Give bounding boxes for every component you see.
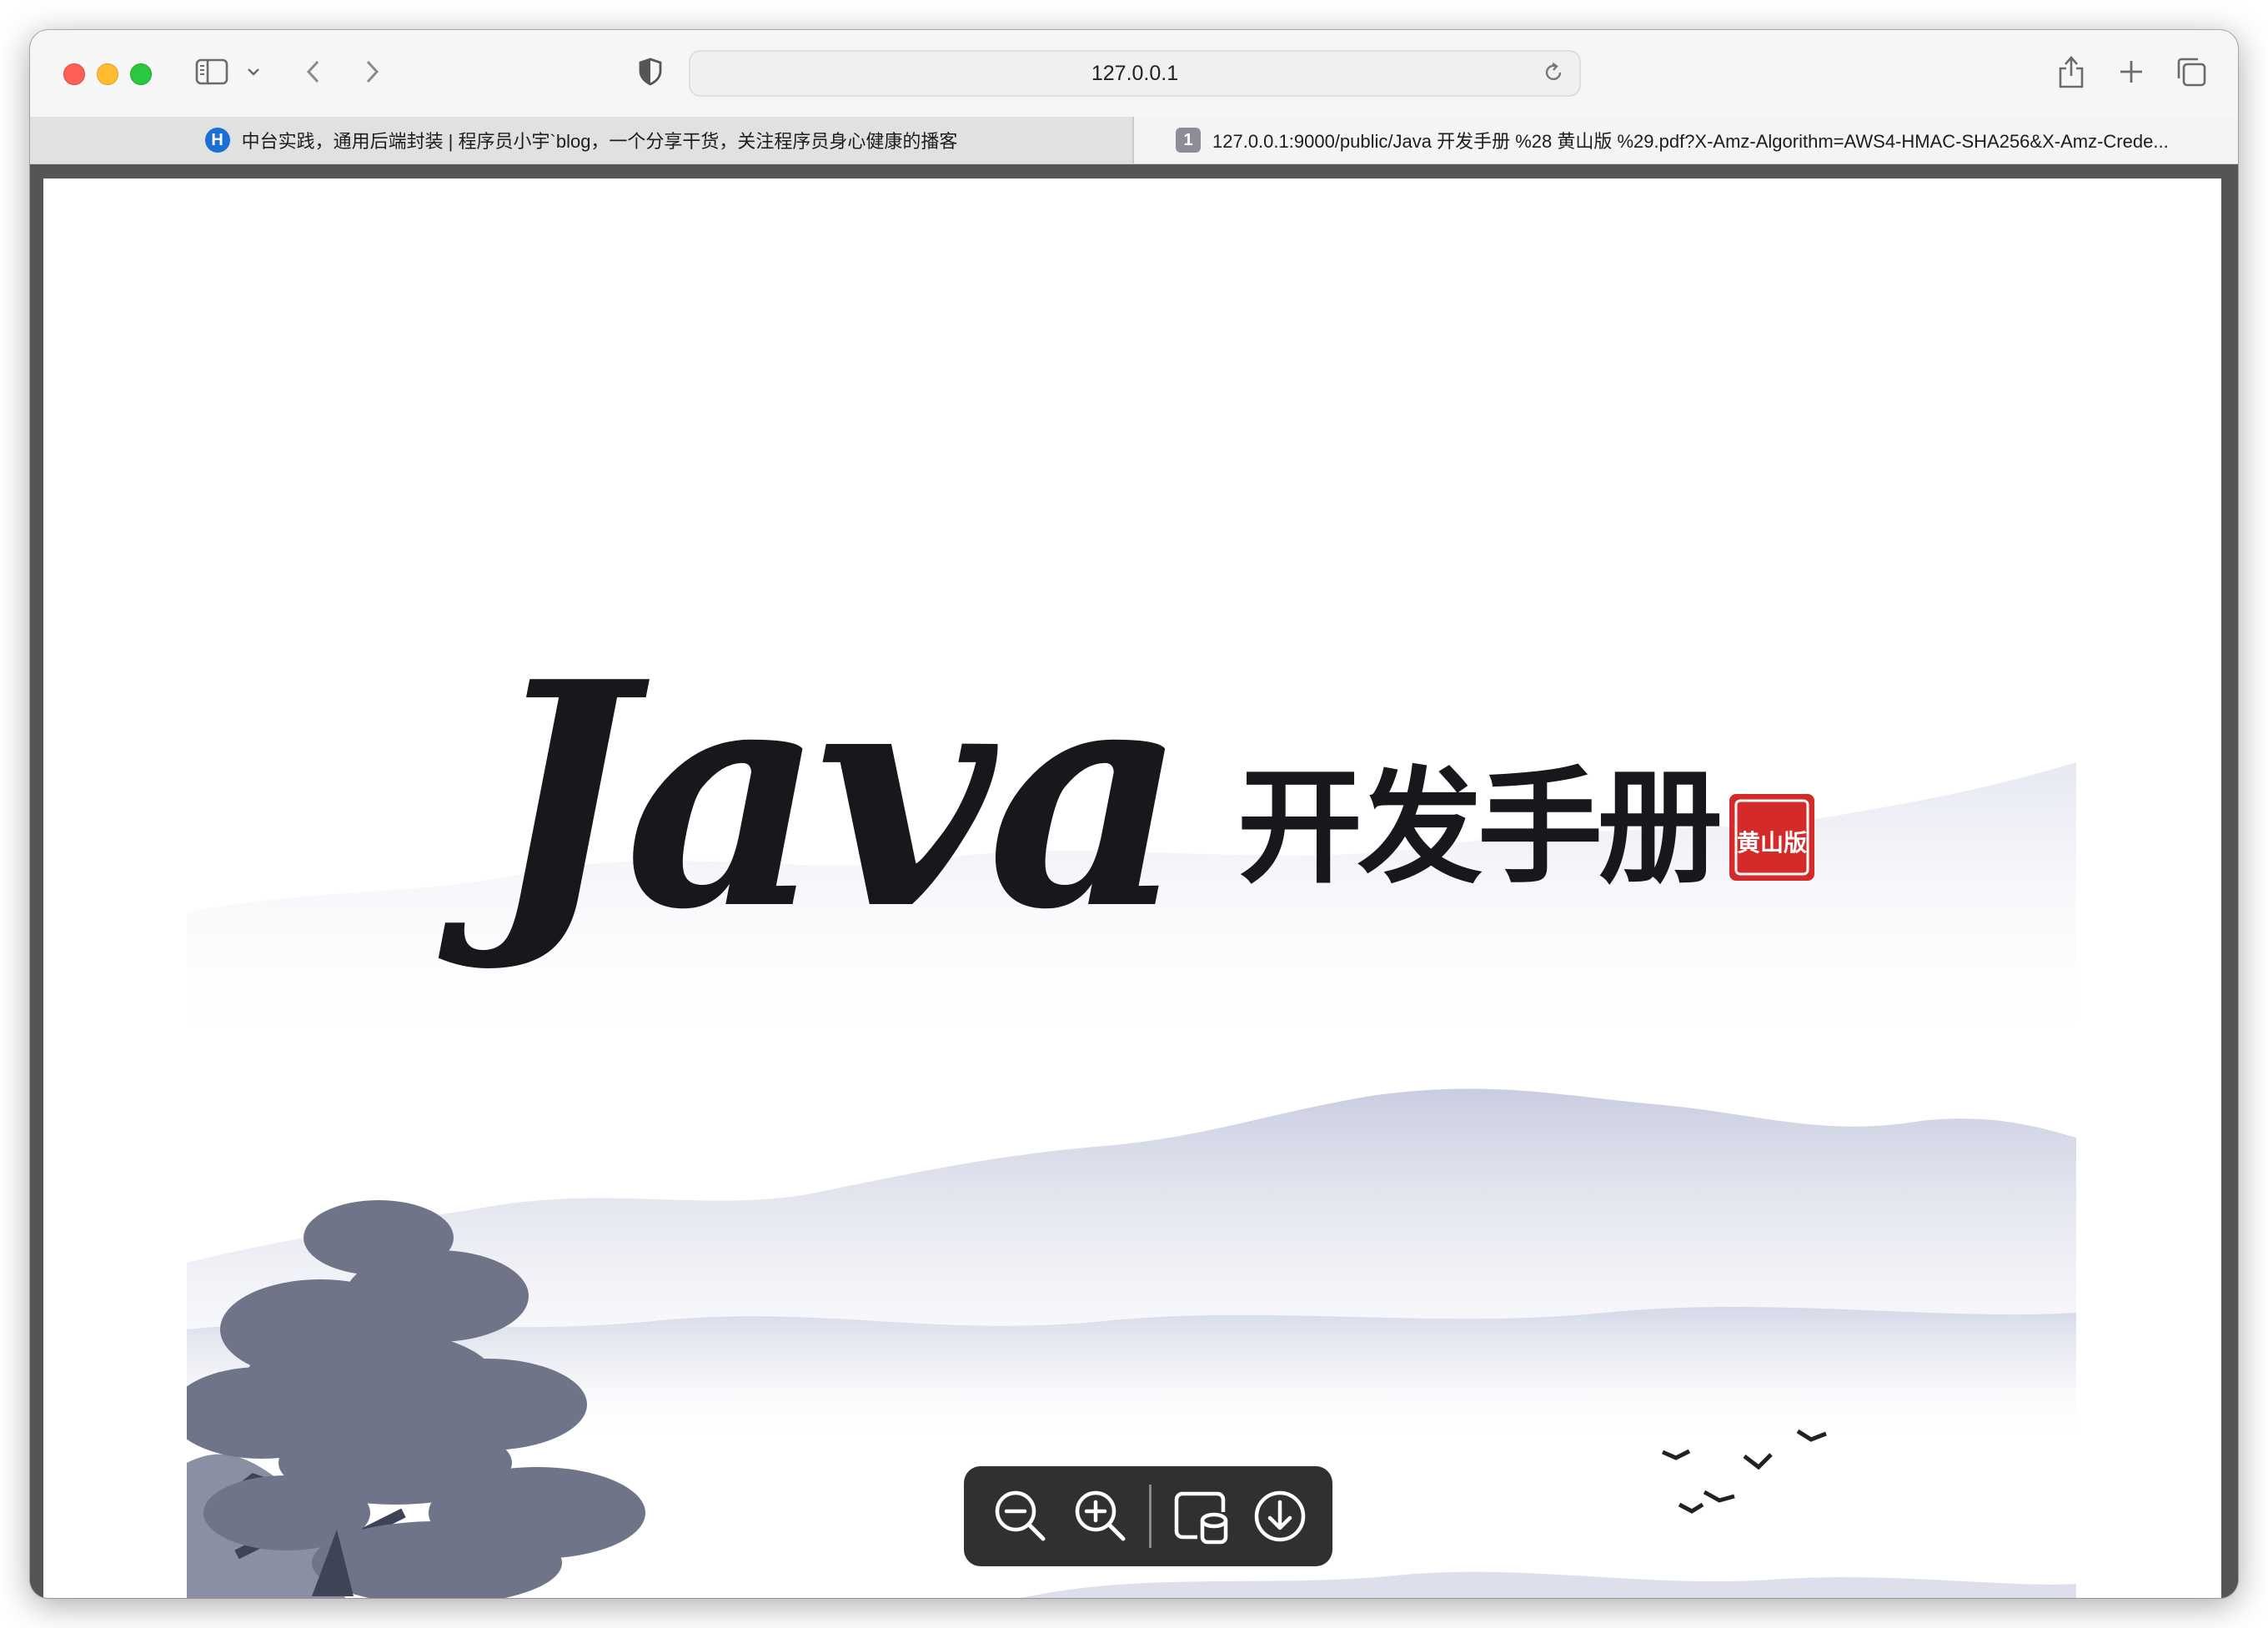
forward-button[interactable] [354, 53, 390, 90]
open-in-preview-icon [1174, 1491, 1228, 1545]
plus-icon [2120, 61, 2142, 83]
zoom-in-icon [1075, 1490, 1126, 1541]
share-icon [2059, 56, 2084, 88]
tab-blog[interactable]: H 中台实践，通用后端封装 | 程序员小宇`blog，一个分享干货，关注程序员身… [30, 117, 1134, 163]
close-window-button[interactable] [63, 63, 85, 85]
open-in-preview-button[interactable] [1160, 1476, 1240, 1556]
pdf-viewer: Java 开发手册 黄山版 [30, 165, 2238, 1598]
pdf-page[interactable]: Java 开发手册 黄山版 [43, 178, 2221, 1598]
sidebar-toggle-button[interactable] [193, 55, 230, 88]
zoom-in-button[interactable] [1061, 1476, 1141, 1556]
title-cn: 开发手册 [1237, 756, 1720, 901]
pdf-controls [964, 1466, 1332, 1566]
tab-overview-button[interactable] [2171, 52, 2211, 92]
chevron-left-icon [306, 60, 319, 83]
site-favicon-icon: H [204, 128, 230, 153]
zoom-out-icon [995, 1490, 1046, 1541]
tab-title: 127.0.0.1:9000/public/Java 开发手册 %28 黄山版 … [1212, 131, 2169, 152]
title-java: Java [434, 616, 1178, 977]
address-bar[interactable]: 127.0.0.1 [689, 50, 1581, 97]
tab-title: 中台实践，通用后端封装 | 程序员小宇`blog，一个分享干货，关注程序员身心健… [241, 131, 958, 152]
reload-button[interactable] [1543, 62, 1564, 89]
zoom-out-button[interactable] [981, 1476, 1061, 1556]
site-favicon-icon: 1 [1176, 128, 1201, 153]
cover-illustration: Java 开发手册 黄山版 [187, 178, 2076, 1598]
tab-pdf[interactable]: 1 127.0.0.1:9000/public/Java 开发手册 %28 黄山… [1134, 117, 2238, 163]
new-tab-button[interactable] [2111, 52, 2151, 92]
chevron-right-icon [366, 60, 379, 83]
shield-icon [639, 58, 662, 86]
seal-text: 黄山版 [1737, 829, 1807, 857]
minimize-window-button[interactable] [97, 63, 118, 85]
toolbar-separator [1149, 1485, 1152, 1548]
tab-overview-icon [2177, 58, 2206, 87]
privacy-report-button[interactable] [632, 53, 669, 90]
share-button[interactable] [2051, 52, 2091, 92]
chevron-down-icon [248, 68, 259, 76]
reload-icon [1545, 63, 1562, 81]
tab-bar: H 中台实践，通用后端封装 | 程序员小宇`blog，一个分享干货，关注程序员身… [30, 117, 2238, 164]
download-button[interactable] [1240, 1476, 1320, 1556]
seal-stamp: 黄山版 [1729, 794, 1814, 881]
address-text: 127.0.0.1 [1091, 61, 1179, 85]
browser-toolbar: 127.0.0.1 [30, 30, 2238, 118]
sidebar-icon [195, 58, 228, 85]
back-button[interactable] [295, 53, 332, 90]
fullscreen-window-button[interactable] [130, 63, 152, 85]
download-icon [1254, 1490, 1306, 1542]
sidebar-menu-button[interactable] [242, 60, 265, 83]
browser-window: 127.0.0.1 H 中台实践，通用后端封装 | 程序员小宇`blog，一个分… [30, 30, 2238, 1598]
